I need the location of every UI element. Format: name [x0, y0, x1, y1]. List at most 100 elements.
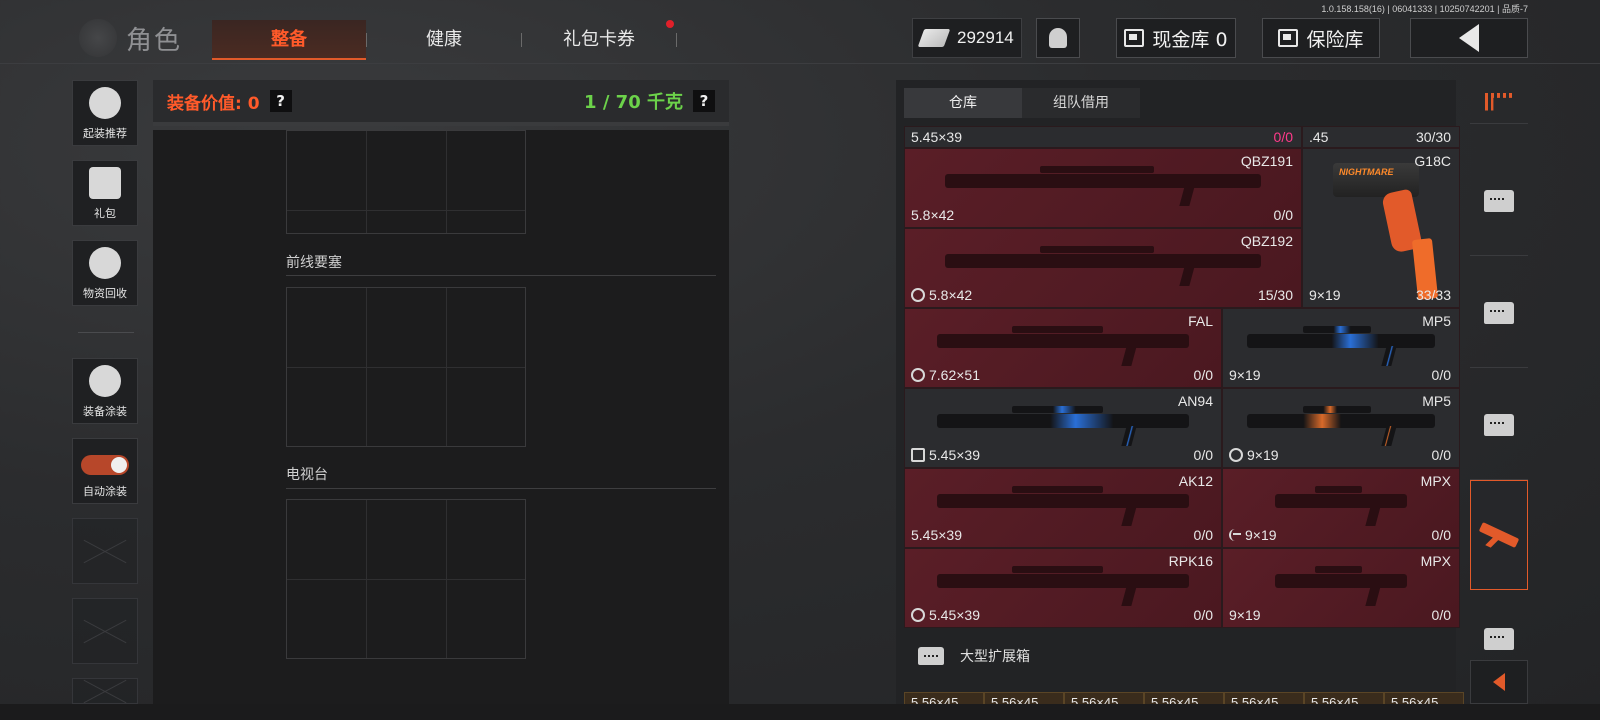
currency-value: 292914 [957, 28, 1014, 47]
inventory-item-mpx[interactable]: MPX 9×19 0/0 [1222, 548, 1460, 628]
agent-icon [1049, 28, 1067, 48]
caliber-text: 5.45×39 [911, 129, 962, 145]
category-container[interactable] [1470, 620, 1528, 650]
inventory-item-fal[interactable]: FAL 7.62×51 0/0 [904, 308, 1222, 388]
item-name: FAL [1188, 313, 1213, 329]
smg-image [1274, 565, 1408, 588]
category-weapons[interactable] [1470, 480, 1528, 590]
container-grid[interactable] [286, 287, 526, 447]
filter-button[interactable] [1470, 80, 1528, 124]
expansion-box-label: 大型扩展箱 [960, 649, 1030, 665]
item-name: MPX [1420, 553, 1451, 569]
currency-display[interactable]: 292914 [912, 18, 1022, 58]
exit-icon [1229, 529, 1241, 541]
item-caliber: 5.8×42 [911, 287, 972, 303]
bottom-band [0, 704, 1600, 720]
tool-divider [78, 332, 134, 333]
recycle-icon [89, 247, 121, 279]
page-title: 角色 [126, 25, 183, 56]
tab-health[interactable]: 健康 [367, 20, 521, 60]
caliber-text: 9×19 [1229, 607, 1261, 623]
safe-icon [1278, 29, 1299, 47]
inventory-item-g18c[interactable]: NIGHTMARE G18C 9×19 33/33 [1302, 148, 1460, 308]
container-icon [1484, 628, 1514, 650]
section-divider [286, 488, 716, 489]
tab-team-borrow[interactable]: 组队借用 [1022, 88, 1140, 118]
inventory-item-rpk16[interactable]: RPK16 5.45×39 0/0 [904, 548, 1222, 628]
toggle-icon[interactable] [81, 455, 129, 475]
section-label: 前线要塞 [286, 255, 342, 271]
inventory-item-an94[interactable]: AN94 5.45×39 0/0 [904, 388, 1222, 468]
empty-tool-slot [72, 598, 138, 664]
rifle-icon [1478, 522, 1520, 548]
equip-header: 装备价值: 0 ? 1 / 70 千克 ? [153, 80, 729, 126]
rifle-image [936, 325, 1190, 348]
item-name: QBZ192 [1240, 233, 1293, 249]
tab-separator [676, 33, 677, 47]
category-container[interactable] [1470, 258, 1528, 368]
caliber-text: 5.45×39 [929, 447, 980, 463]
inventory-item-ak12[interactable]: AK12 5.45×39 0/0 [904, 468, 1222, 548]
container-grid[interactable] [286, 499, 526, 659]
item-ammo: 0/0 [1431, 527, 1451, 543]
loadout-recommend-button[interactable]: 起装推荐 [72, 80, 138, 146]
ammo-text: 30/30 [1415, 129, 1451, 145]
skin-button[interactable]: 装备涂装 [72, 358, 138, 424]
equip-value-help-button[interactable]: ? [269, 90, 292, 112]
item-ammo: 0/0 [1193, 367, 1213, 383]
gift-icon [89, 167, 121, 199]
smg-image [1274, 485, 1408, 508]
item-caliber: 9×19 [1229, 367, 1261, 383]
inventory-item-mpx[interactable]: MPX 9×19 0/0 [1222, 468, 1460, 548]
inventory-item-mp5[interactable]: MP5 9×19 0/0 [1222, 388, 1460, 468]
tab-warehouse[interactable]: 仓库 [904, 88, 1022, 118]
item-name: RPK16 [1168, 553, 1213, 569]
item-caliber: 5.45×39 [911, 447, 980, 463]
tool-label: 起装推荐 [83, 127, 127, 140]
safe-button[interactable]: 保险库 [1262, 18, 1380, 58]
item-name: MPX [1420, 473, 1451, 489]
category-container[interactable] [1470, 370, 1528, 480]
item-caliber: 5.45×39 [911, 527, 962, 543]
recycle-button[interactable]: 物资回收 [72, 240, 138, 306]
tab-gift-coupons[interactable]: 礼包卡券 [522, 20, 676, 60]
back-button[interactable] [1410, 18, 1528, 58]
inventory-item[interactable]: 5.45×39 0/0 [904, 126, 1302, 148]
tool-label: 物资回收 [83, 287, 127, 300]
tab-equip[interactable]: 整备 [212, 20, 366, 60]
auto-skin-toggle[interactable]: 自动涂装 [72, 438, 138, 504]
rifle-image [936, 485, 1190, 508]
caliber-text: 5.8×42 [929, 287, 973, 303]
empty-tool-slot [72, 518, 138, 584]
gift-button[interactable]: 礼包 [72, 160, 138, 226]
helmet-icon [89, 87, 121, 119]
insured-icon [911, 288, 925, 302]
expansion-box-header[interactable]: 大型扩展箱 [918, 646, 1030, 666]
item-caliber: 9×19 [1229, 527, 1277, 543]
item-name: AN94 [1177, 393, 1213, 409]
collapse-button[interactable] [1470, 660, 1528, 704]
smg-image [1246, 325, 1436, 348]
rifle-image [944, 245, 1262, 268]
item-ammo: 0/0 [1193, 447, 1213, 463]
tool-label: 装备涂装 [83, 405, 127, 418]
weight-help-button[interactable]: ? [693, 90, 715, 112]
inventory-item[interactable]: .45 30/30 [1302, 126, 1460, 148]
vault-icon [1124, 29, 1145, 47]
container-grid[interactable] [286, 130, 526, 234]
item-caliber: 7.62×51 [911, 367, 980, 383]
inventory-item-mp5[interactable]: MP5 9×19 0/0 [1222, 308, 1460, 388]
inventory-item-qbz191[interactable]: QBZ191 5.8×42 0/0 [904, 148, 1302, 228]
category-column [1470, 80, 1528, 704]
category-container[interactable] [1470, 146, 1528, 256]
top-bar: 角色 整备 健康 礼包卡券 292914 现金库 0 保险库 [0, 0, 1600, 64]
cash-vault-button[interactable]: 现金库 0 [1116, 18, 1236, 58]
caliber-text: .45 [1309, 129, 1329, 145]
item-ammo: 30/30 [1416, 129, 1451, 145]
agent-button[interactable] [1036, 18, 1080, 58]
item-ammo: 0/0 [1274, 129, 1293, 145]
tool-label: 礼包 [94, 207, 116, 220]
main-tabs: 整备 健康 礼包卡券 [212, 20, 677, 60]
inventory-item-qbz192[interactable]: QBZ192 5.8×42 15/30 [904, 228, 1302, 308]
item-caliber: 5.45×39 [911, 607, 980, 623]
